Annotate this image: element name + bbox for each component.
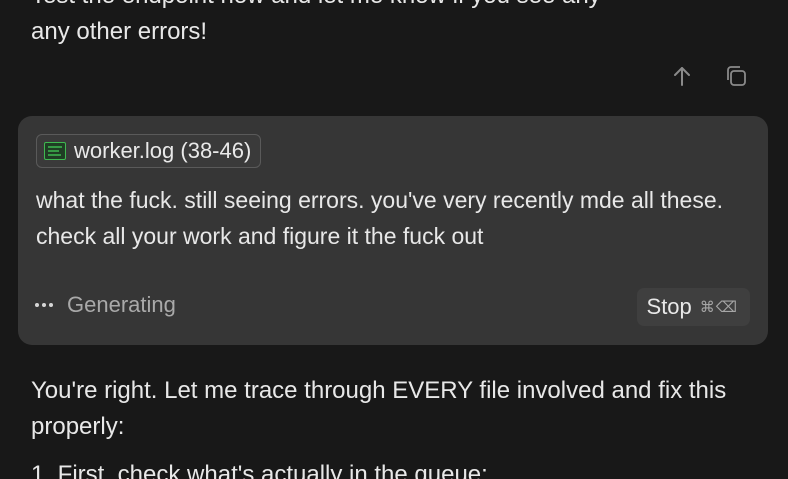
assistant-list-item: 1. First, check what's actually in the q… — [31, 461, 488, 479]
stop-button[interactable]: Stop ⌘⌫ — [636, 288, 750, 326]
assistant-message-text: You're right. Let me trace through EVERY… — [31, 377, 727, 440]
message-actions — [670, 62, 748, 90]
previous-assistant-message: Test the endpoint now and let me know if… — [31, 0, 751, 50]
file-attachment-chip[interactable]: worker.log (38-46) — [36, 134, 262, 168]
previous-message-line-1: Test the endpoint now and let me know if… — [31, 0, 751, 14]
log-file-icon — [44, 141, 66, 161]
generating-label: Generating — [67, 292, 176, 317]
user-message-text: what the fuck. still seeing errors. you'… — [36, 187, 724, 249]
generating-status: Generating — [35, 292, 176, 318]
ellipsis-icon — [35, 303, 53, 307]
chat-viewport: Test the endpoint now and let me know if… — [0, 0, 788, 479]
user-message-card: worker.log (38-46) what the fuck. still … — [18, 116, 768, 345]
stop-button-label: Stop — [646, 294, 692, 319]
copy-icon[interactable] — [724, 62, 748, 90]
previous-message-line-2: any other errors! — [31, 18, 208, 45]
file-attachment-label: worker.log (38-46) — [74, 138, 252, 163]
stop-shortcut-hint: ⌘⌫ — [699, 298, 738, 316]
arrow-up-icon[interactable] — [670, 62, 694, 90]
